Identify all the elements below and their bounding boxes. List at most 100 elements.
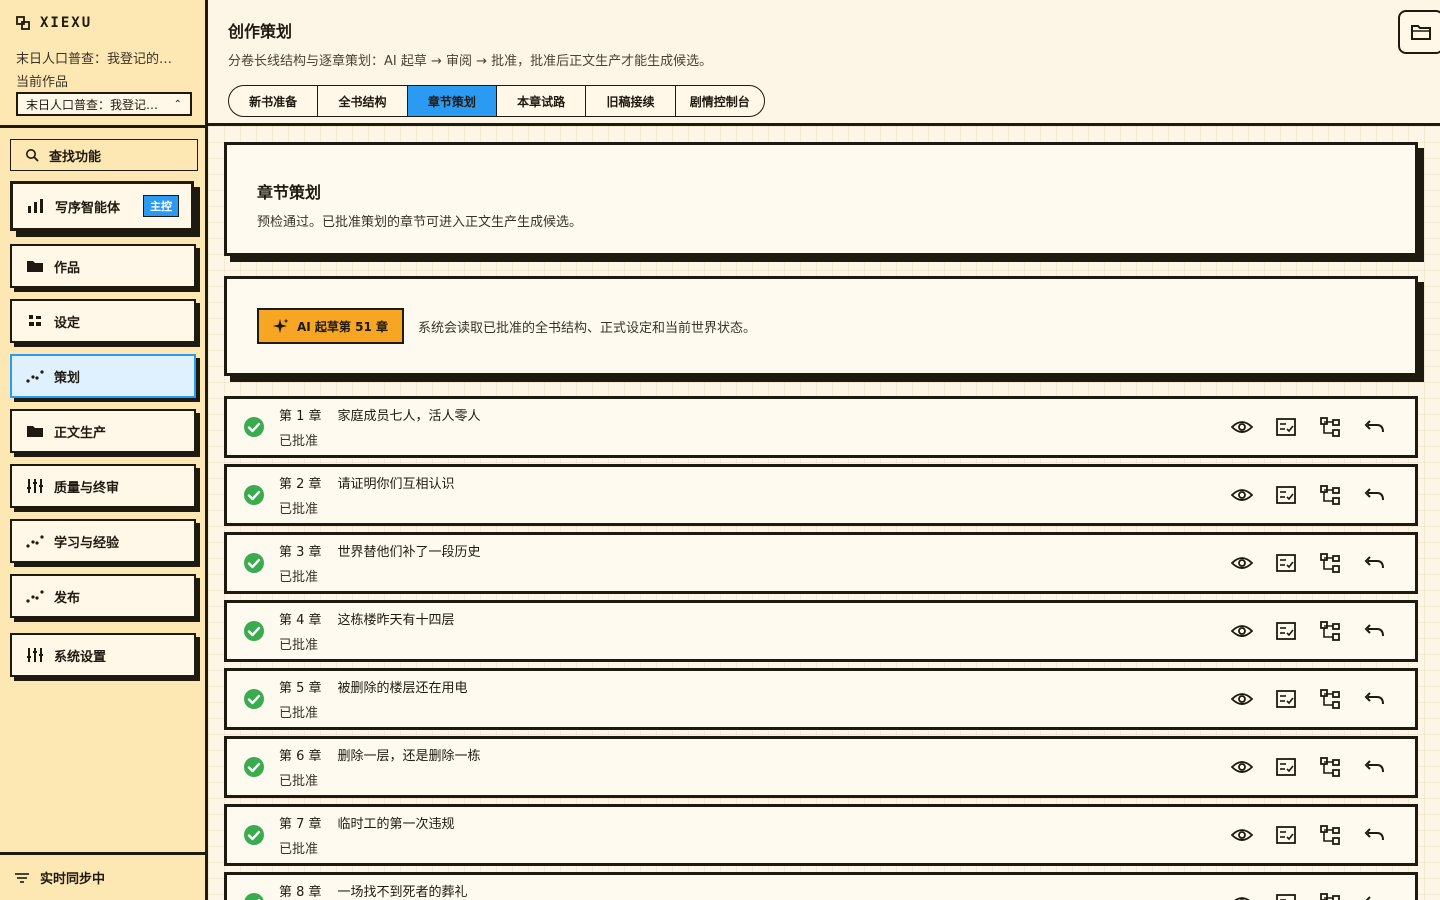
sidebar-item-system-settings[interactable]: 系统设置 [10,633,196,677]
sidebar-item-production[interactable]: 正文生产 [10,409,196,453]
approved-check-icon [244,553,264,573]
sidebar-item-publish[interactable]: 发布 [10,574,196,618]
sidebar-item-label: 系统设置 [54,649,107,665]
review-checklist-icon[interactable] [1275,552,1297,574]
chapter-actions [1231,620,1385,642]
chapter-status: 已批准 [279,502,319,517]
ai-draft-button[interactable]: AI 起草第 51 章 [257,308,404,344]
page-header: 创作策划 分卷长线结构与逐章策划：AI 起草 → 审阅 → 批准，批准后正文生产… [208,0,1440,126]
chapter-row: 第 6 章 删除一层，还是删除一栋 已批准 [224,736,1418,798]
search-button[interactable]: 查找功能 [10,139,198,171]
brand-name: XIEXU [40,15,93,31]
approved-check-icon [244,757,264,777]
chapter-status: 已批准 [279,706,319,721]
undo-icon[interactable] [1363,892,1385,900]
structure-tree-icon[interactable] [1319,552,1341,574]
structure-tree-icon[interactable] [1319,892,1341,900]
sidebar-header: XIEXU 末日人口普查：我登记的… 当前作品 末日人口普查：我登记… ⌃ [0,0,205,128]
tab-old-draft[interactable]: 旧稿接续 [586,86,676,116]
chapter-number: 第 3 章 [279,545,322,560]
undo-icon[interactable] [1363,484,1385,506]
view-icon[interactable] [1231,892,1253,900]
trend-icon [26,367,44,385]
chapter-row: 第 4 章 这栋楼昨天有十四层 已批准 [224,600,1418,662]
chapter-status: 已批准 [279,434,319,449]
tab-plot-console[interactable]: 剧情控制台 [676,86,764,116]
approved-check-icon [244,485,264,505]
structure-tree-icon[interactable] [1319,688,1341,710]
structure-tree-icon[interactable] [1319,756,1341,778]
sidebar-item-settings-world[interactable]: 设定 [10,299,196,343]
undo-icon[interactable] [1363,824,1385,846]
main-content: 章节策划 预检通过。已批准策划的章节可进入正文生产生成候选。 AI 起草第 51… [208,126,1440,900]
trend-icon [26,532,44,550]
view-icon[interactable] [1231,552,1253,574]
review-checklist-icon[interactable] [1275,416,1297,438]
tab-book-structure[interactable]: 全书结构 [318,86,408,116]
review-checklist-icon[interactable] [1275,688,1297,710]
sidebar-item-quality[interactable]: 质量与终审 [10,464,196,508]
structure-tree-icon[interactable] [1319,620,1341,642]
approved-check-icon [244,621,264,641]
chapter-row: 第 1 章 家庭成员七人，活人零人 已批准 [224,396,1418,458]
undo-icon[interactable] [1363,552,1385,574]
view-icon[interactable] [1231,620,1253,642]
work-select-value: 末日人口普查：我登记… [26,97,159,112]
chapter-actions [1231,416,1385,438]
view-icon[interactable] [1231,416,1253,438]
trend-icon [26,587,44,605]
section-desc: 预检通过。已批准策划的章节可进入正文生产生成候选。 [257,215,583,230]
review-checklist-icon[interactable] [1275,824,1297,846]
sidebar-item-works[interactable]: 作品 [10,244,196,288]
chapter-number: 第 7 章 [279,817,322,832]
search-label: 查找功能 [49,149,102,165]
folder-outline-icon [1411,25,1431,40]
structure-tree-icon[interactable] [1319,484,1341,506]
sidebar-item-label: 设定 [54,315,81,331]
undo-icon[interactable] [1363,756,1385,778]
chapter-text: 第 5 章 被删除的楼层还在用电 已批准 [279,677,468,721]
sidebar-item-label: 质量与终审 [54,480,120,496]
sidebar: XIEXU 末日人口普查：我登记的… 当前作品 末日人口普查：我登记… ⌃ 查找… [0,0,208,900]
chapter-status: 已批准 [279,774,319,789]
chapter-text: 第 2 章 请证明你们互相认识 已批准 [279,473,455,517]
action-hint: 系统会读取已批准的全书结构、正式设定和当前世界状态。 [418,320,757,336]
master-badge: 主控 [143,195,179,217]
sidebar-item-label: 写序智能体 [55,200,121,216]
review-checklist-icon[interactable] [1275,620,1297,642]
folder-icon [26,257,44,275]
chapter-status: 已批准 [279,842,319,857]
tab-chapter-planning[interactable]: 章节策划 [407,86,497,116]
undo-icon[interactable] [1363,688,1385,710]
open-folder-button[interactable] [1398,10,1440,54]
search-icon [26,149,39,162]
sidebar-item-learning[interactable]: 学习与经验 [10,519,196,563]
tab-chapter-trial[interactable]: 本章试路 [497,86,587,116]
chapter-text: 第 4 章 这栋楼昨天有十四层 已批准 [279,609,455,653]
chapter-heading: 第 7 章 临时工的第一次违规 [279,813,455,832]
current-work-label: 当前作品 [16,75,69,90]
chapter-status: 已批准 [279,570,319,585]
view-icon[interactable] [1231,484,1253,506]
view-icon[interactable] [1231,824,1253,846]
review-checklist-icon[interactable] [1275,756,1297,778]
undo-icon[interactable] [1363,416,1385,438]
review-checklist-icon[interactable] [1275,484,1297,506]
view-icon[interactable] [1231,756,1253,778]
chapter-heading: 第 2 章 请证明你们互相认识 [279,473,455,492]
structure-tree-icon[interactable] [1319,416,1341,438]
undo-icon[interactable] [1363,620,1385,642]
sidebar-item-planning[interactable]: 策划 [10,354,196,398]
work-select[interactable]: 末日人口普查：我登记… ⌃ [16,92,192,116]
chapter-actions [1231,688,1385,710]
structure-tree-icon[interactable] [1319,824,1341,846]
current-work-title: 末日人口普查：我登记的… [16,52,173,67]
sidebar-item-agent[interactable]: 写序智能体 主控 [10,181,194,231]
tab-new-book[interactable]: 新书准备 [229,86,319,116]
view-icon[interactable] [1231,688,1253,710]
approved-check-icon [244,825,264,845]
chapter-row: 第 3 章 世界替他们补了一段历史 已批准 [224,532,1418,594]
review-checklist-icon[interactable] [1275,892,1297,900]
chapter-heading: 第 1 章 家庭成员七人，活人零人 [279,405,481,424]
chapter-title: 临时工的第一次违规 [337,817,455,832]
